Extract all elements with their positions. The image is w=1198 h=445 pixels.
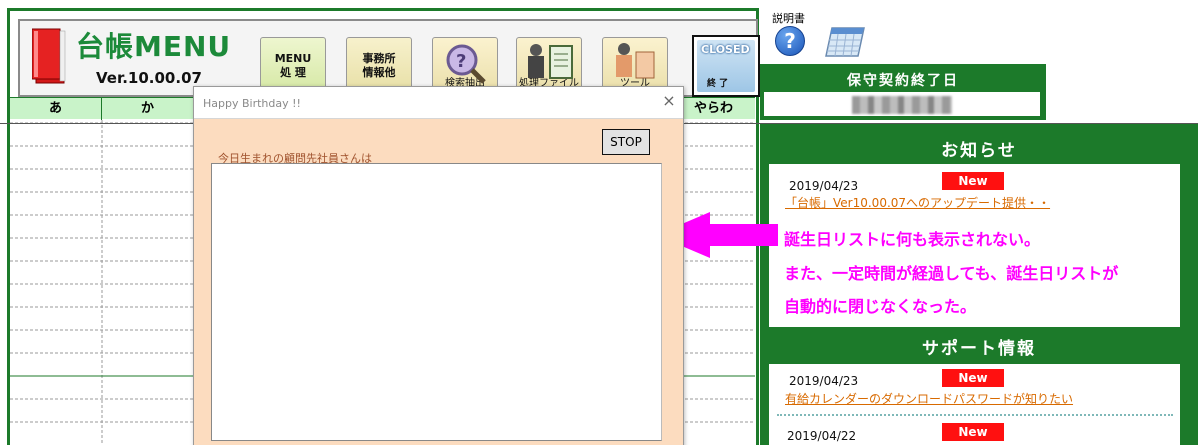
close-icon[interactable]: × [660, 92, 678, 110]
annotation-line-3: 自動的に閉じなくなった。 [784, 297, 977, 316]
person-file-icon [528, 44, 573, 79]
contract-end-title: 保守契約終了日 [847, 73, 959, 89]
closed-button-face: CLOSED 終 了 [697, 40, 755, 92]
dialog-title: Happy Birthday !! [203, 97, 301, 110]
support-date: 2019/04/22 [787, 429, 857, 443]
office-button-line1: 事務所 [362, 52, 396, 65]
news-heading: お知らせ [941, 141, 1017, 161]
office-button-line2: 情報他 [362, 66, 396, 79]
svg-text:?: ? [456, 51, 466, 72]
news-link[interactable]: 「台帳」Ver10.00.07へのアップデート提供・・ [785, 194, 1050, 211]
dialog-titlebar[interactable]: Happy Birthday !! × [194, 87, 683, 119]
birthday-list[interactable] [211, 163, 662, 441]
support-heading: サポート情報 [922, 339, 1036, 359]
support-date: 2019/04/23 [789, 374, 859, 388]
app-version: Ver.10.00.07 [96, 69, 202, 87]
app-logo-title: 台帳MENU [76, 30, 232, 63]
book-logo-icon [32, 28, 66, 84]
redacted-date [852, 96, 952, 114]
new-badge: New [942, 172, 1004, 190]
closed-sublabel: 終 了 [707, 79, 729, 89]
support-box: 2019/04/23 New 有給カレンダーのダウンロードパスワードが知りたい … [769, 364, 1180, 445]
stop-button[interactable]: STOP [602, 129, 650, 155]
kana-tab-a[interactable]: あ [10, 98, 102, 120]
closed-exit-button[interactable]: CLOSED 終 了 [692, 35, 760, 97]
menu-button-line1: MENU [274, 52, 312, 65]
magnifier-icon: ? [446, 44, 486, 84]
kana-tab-yarawa[interactable]: やらわ [672, 98, 755, 120]
annotation-line-2: また、一定時間が経過しても、誕生日リストが [784, 264, 1119, 283]
dotted-divider [777, 414, 1173, 416]
contract-end-value [764, 92, 1040, 116]
contract-end-box: 保守契約終了日 [760, 64, 1046, 120]
birthday-dialog: Happy Birthday !! × STOP 今日生まれの顧問先社員さんは [193, 86, 684, 445]
new-badge: New [942, 369, 1004, 387]
question-icon[interactable]: ? [775, 26, 805, 56]
tools-figure-icon [616, 43, 655, 79]
annotation-line-1: 誕生日リストに何も表示されない。 [784, 230, 1041, 249]
closed-label: CLOSED [701, 43, 750, 56]
kana-tab-ka[interactable]: か [102, 98, 194, 120]
manual-label: 説明書 [772, 12, 805, 25]
news-date: 2019/04/23 [789, 179, 859, 193]
news-panel: お知らせ 2019/04/23 New 「台帳」Ver10.00.07へのアップ… [760, 124, 1198, 445]
support-link[interactable]: 有給カレンダーのダウンロードパスワードが知りたい [785, 390, 1073, 407]
menu-button-line2: 処 理 [280, 66, 306, 79]
calendar-icon[interactable] [824, 24, 866, 58]
new-badge: New [942, 423, 1004, 441]
